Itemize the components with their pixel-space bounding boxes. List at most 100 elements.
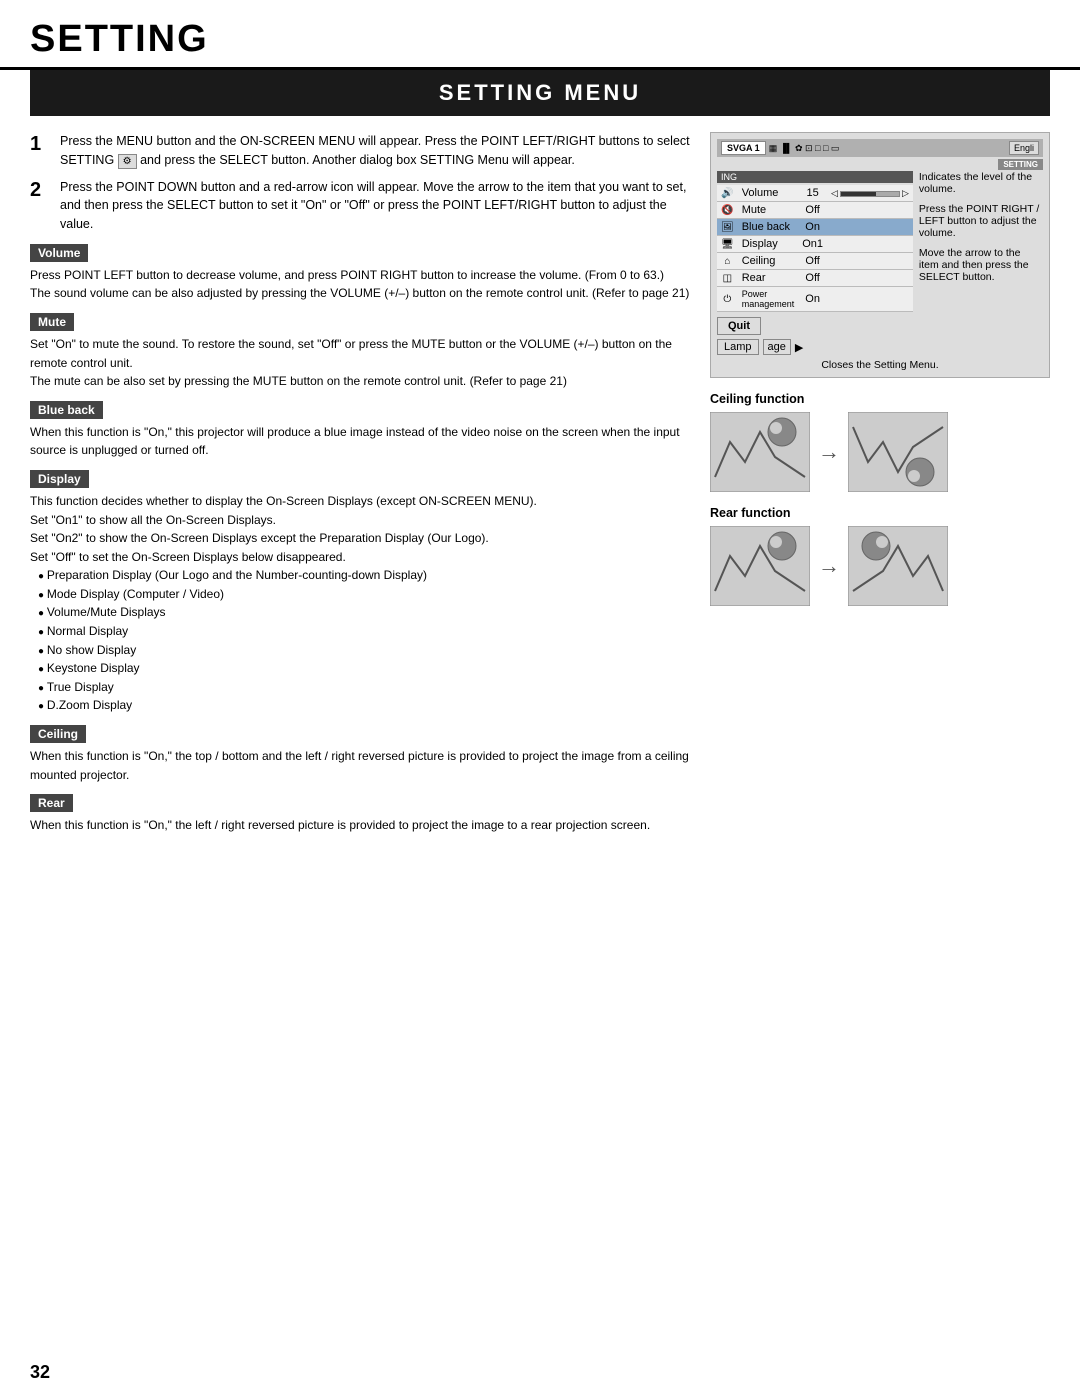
- step-2-text: Press the POINT DOWN button and a red-ar…: [60, 178, 690, 234]
- quit-lamp-row: Quit: [717, 317, 913, 335]
- rear-function-title: Rear function: [710, 506, 1050, 520]
- mute-content: Set "On" to mute the sound. To restore t…: [30, 335, 690, 391]
- svga-badge: SVGA 1: [721, 141, 766, 155]
- ui-mockup: SVGA 1 ▦ ▐▌ ✿ ⊡ □ □ ▭ Engli SETTING ING …: [710, 132, 1050, 378]
- ing-label: ING: [717, 171, 913, 183]
- mute-menu-value: Off: [798, 202, 827, 219]
- volume-text-1: Press POINT LEFT button to decrease volu…: [30, 266, 690, 285]
- bullet-1: Preparation Display (Our Logo and the Nu…: [38, 566, 690, 585]
- blue-back-icon: 🖼: [717, 219, 738, 236]
- menu-row-volume: 🔊 Volume 15 ◁▷: [717, 185, 913, 202]
- power-menu-value: On: [798, 287, 827, 312]
- rear-section: Rear When this function is "On," the lef…: [30, 794, 690, 835]
- display-menu-name: Display: [738, 236, 799, 253]
- ceiling-label: Ceiling: [30, 725, 86, 743]
- display-menu-value: On1: [798, 236, 827, 253]
- bullet-7: True Display: [38, 678, 690, 697]
- setting-top-label: SETTING: [717, 159, 1043, 170]
- age-label: age: [763, 339, 791, 355]
- rear-icon: ◫: [717, 270, 738, 287]
- menu-row-display: 🖥 Display On1: [717, 236, 913, 253]
- display-content: This function decides whether to display…: [30, 492, 690, 715]
- blue-back-label: Blue back: [30, 401, 103, 419]
- blue-back-menu-value: On: [798, 219, 827, 236]
- engl-badge: Engli: [1009, 141, 1039, 155]
- closes-text: Closes the Setting Menu.: [821, 359, 938, 371]
- ceiling-function-title: Ceiling function: [710, 392, 1050, 406]
- bullet-4: Normal Display: [38, 622, 690, 641]
- ceiling-menu-name: Ceiling: [738, 253, 799, 270]
- ceiling-menu-value: Off: [798, 253, 827, 270]
- display-icon: 🖥: [717, 236, 738, 253]
- step-2-number: 2: [30, 178, 52, 234]
- bullet-3: Volume/Mute Displays: [38, 603, 690, 622]
- display-bullet-list: Preparation Display (Our Logo and the Nu…: [30, 566, 690, 715]
- section-title: SETTING MENU: [40, 80, 1040, 106]
- power-menu-name: Power management: [738, 287, 799, 312]
- blue-back-menu-name: Blue back: [738, 219, 799, 236]
- section-title-bar: SETTING MENU: [30, 70, 1050, 116]
- bullet-2: Mode Display (Computer / Video): [38, 585, 690, 604]
- rear-diagram: →: [710, 526, 1050, 606]
- bullet-5: No show Display: [38, 641, 690, 660]
- volume-text-2: The sound volume can be also adjusted by…: [30, 284, 690, 303]
- vol-name: Volume: [738, 185, 799, 202]
- display-text-2: Set "On1" to show all the On-Screen Disp…: [30, 511, 690, 530]
- ui-toolbar: SVGA 1 ▦ ▐▌ ✿ ⊡ □ □ ▭ Engli: [717, 139, 1043, 157]
- menu-icons: ▦ ▐▌ ✿ ⊡ □ □ ▭: [769, 143, 840, 154]
- menu-row-power: ⏻ Power management On: [717, 287, 913, 312]
- mute-section: Mute Set "On" to mute the sound. To rest…: [30, 313, 690, 391]
- rear-label: Rear: [30, 794, 73, 812]
- blue-back-content: When this function is "On," this project…: [30, 423, 690, 460]
- ceiling-content: When this function is "On," the top / bo…: [30, 747, 690, 784]
- ceiling-arrow-icon: →: [818, 439, 840, 465]
- closes-note: Closes the Setting Menu.: [717, 359, 1043, 371]
- display-label: Display: [30, 470, 89, 488]
- rear-menu-name: Rear: [738, 270, 799, 287]
- left-column: 1 Press the MENU button and the ON-SCREE…: [30, 132, 690, 845]
- rear-arrow-icon: →: [818, 553, 840, 579]
- rear-before-svg: [710, 526, 810, 606]
- display-text-1: This function decides whether to display…: [30, 492, 690, 511]
- volume-section: Volume Press POINT LEFT button to decrea…: [30, 244, 690, 303]
- vol-slider: ◁▷: [827, 185, 913, 202]
- ui-notes: Indicates the level of the volume. Press…: [919, 171, 1043, 355]
- vol-value: 15: [798, 185, 827, 202]
- blue-back-section: Blue back When this function is "On," th…: [30, 401, 690, 460]
- lamp-age-row: Lamp age ▶: [717, 339, 913, 355]
- ceiling-icon: ⌂: [717, 253, 738, 270]
- step-1: 1 Press the MENU button and the ON-SCREE…: [30, 132, 690, 170]
- page-number: 32: [30, 1362, 50, 1383]
- mute-text-2: The mute can be also set by pressing the…: [30, 372, 690, 391]
- rear-menu-value: Off: [798, 270, 827, 287]
- menu-row-rear: ◫ Rear Off: [717, 270, 913, 287]
- display-text-4: Set "Off" to set the On-Screen Displays …: [30, 548, 690, 567]
- page-title: SETTING: [30, 18, 1050, 61]
- display-text-3: Set "On2" to show the On-Screen Displays…: [30, 529, 690, 548]
- rear-text: When this function is "On," the left / r…: [30, 816, 690, 835]
- main-content: 1 Press the MENU button and the ON-SCREE…: [0, 116, 1080, 861]
- ceiling-text: When this function is "On," the top / bo…: [30, 747, 690, 784]
- steps: 1 Press the MENU button and the ON-SCREE…: [30, 132, 690, 234]
- blue-back-text: When this function is "On," this project…: [30, 423, 690, 460]
- ceiling-section: Ceiling When this function is "On," the …: [30, 725, 690, 784]
- setting-badge: SETTING: [998, 159, 1043, 170]
- rear-after-svg: [848, 526, 948, 606]
- page-header: SETTING: [0, 0, 1080, 70]
- ceiling-after-svg: [848, 412, 948, 492]
- ui-body: ING 🔊 Volume 15 ◁▷: [717, 171, 1043, 355]
- ceiling-diagram: →: [710, 412, 1050, 492]
- press-note: Press the POINT RIGHT / LEFT button to a…: [919, 203, 1043, 239]
- lamp-label: Lamp: [717, 339, 759, 355]
- quit-button[interactable]: Quit: [717, 317, 761, 335]
- step-1-number: 1: [30, 132, 52, 170]
- menu-row-ceiling: ⌂ Ceiling Off: [717, 253, 913, 270]
- power-icon: ⏻: [717, 287, 738, 312]
- vol-icon: 🔊: [717, 185, 738, 202]
- bullet-8: D.Zoom Display: [38, 696, 690, 715]
- step-1-text: Press the MENU button and the ON-SCREEN …: [60, 132, 690, 170]
- menu-table: 🔊 Volume 15 ◁▷ 🔇 Mute Off: [717, 185, 913, 312]
- mute-label: Mute: [30, 313, 74, 331]
- step-2: 2 Press the POINT DOWN button and a red-…: [30, 178, 690, 234]
- indicates-note: Indicates the level of the volume.: [919, 171, 1043, 195]
